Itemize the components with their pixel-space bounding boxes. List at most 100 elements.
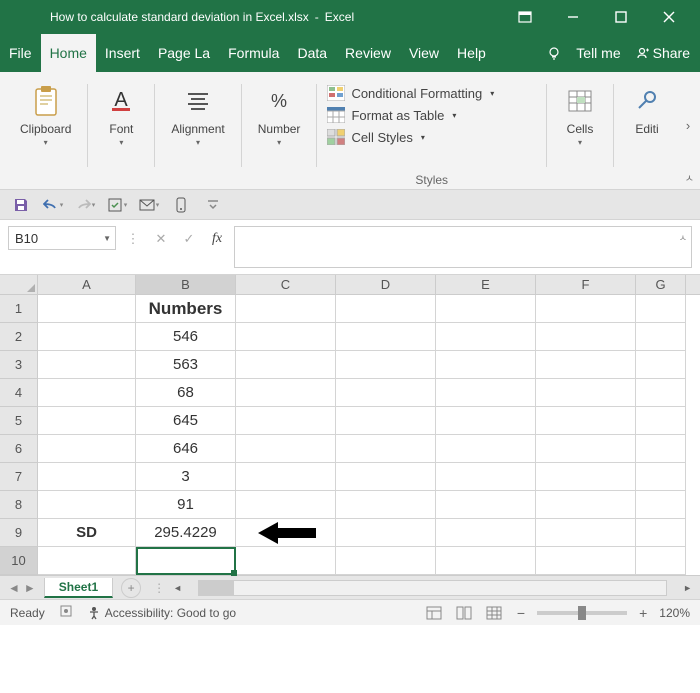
cell[interactable]: [38, 351, 136, 379]
cell[interactable]: [38, 407, 136, 435]
col-header-c[interactable]: C: [236, 275, 336, 294]
cell[interactable]: [236, 379, 336, 407]
ribbon-display-icon[interactable]: [502, 0, 548, 34]
row-header[interactable]: 7: [0, 463, 38, 491]
accessibility-status[interactable]: Accessibility: Good to go: [87, 606, 236, 620]
cell[interactable]: [336, 435, 436, 463]
cell[interactable]: [536, 407, 636, 435]
cell[interactable]: [236, 295, 336, 323]
cell[interactable]: Numbers: [136, 295, 236, 323]
cell[interactable]: [536, 491, 636, 519]
lightbulb-icon[interactable]: [546, 45, 562, 61]
row-header[interactable]: 6: [0, 435, 38, 463]
cell[interactable]: [436, 295, 536, 323]
cell[interactable]: [38, 491, 136, 519]
cell[interactable]: [336, 323, 436, 351]
maximize-button[interactable]: [598, 0, 644, 34]
row-header[interactable]: 3: [0, 351, 38, 379]
cell[interactable]: [636, 407, 686, 435]
cell[interactable]: [236, 435, 336, 463]
minimize-button[interactable]: [550, 0, 596, 34]
row-header[interactable]: 8: [0, 491, 38, 519]
cell[interactable]: [236, 491, 336, 519]
cell[interactable]: [38, 379, 136, 407]
cell[interactable]: [536, 547, 636, 575]
cell[interactable]: [636, 351, 686, 379]
page-break-view-icon[interactable]: [483, 604, 505, 622]
row-header[interactable]: 4: [0, 379, 38, 407]
cell[interactable]: 646: [136, 435, 236, 463]
cell[interactable]: [536, 351, 636, 379]
cell[interactable]: 68: [136, 379, 236, 407]
cell[interactable]: [536, 295, 636, 323]
macro-record-icon[interactable]: [59, 604, 73, 621]
clipboard-button[interactable]: Clipboard▾: [14, 80, 77, 151]
undo-button[interactable]: ▾: [40, 193, 66, 217]
cell[interactable]: [636, 379, 686, 407]
alignment-button[interactable]: Alignment▾: [165, 80, 230, 151]
cell[interactable]: [38, 435, 136, 463]
row-header[interactable]: 9: [0, 519, 38, 547]
row-header[interactable]: 10: [0, 547, 38, 575]
cell[interactable]: 546: [136, 323, 236, 351]
cell[interactable]: [38, 463, 136, 491]
normal-view-icon[interactable]: [423, 604, 445, 622]
tab-formulas[interactable]: Formula: [219, 34, 288, 72]
cell[interactable]: [236, 407, 336, 435]
cell[interactable]: [336, 379, 436, 407]
touch-mode-button[interactable]: [168, 193, 194, 217]
customize-qat-button[interactable]: [200, 193, 226, 217]
page-layout-view-icon[interactable]: [453, 604, 475, 622]
cell[interactable]: [336, 463, 436, 491]
cell[interactable]: [38, 323, 136, 351]
tab-scroll-right-icon[interactable]: ►: [24, 581, 36, 595]
tab-data[interactable]: Data: [288, 34, 336, 72]
cell[interactable]: [436, 379, 536, 407]
cell[interactable]: SD: [38, 519, 136, 547]
cell[interactable]: [38, 547, 136, 575]
zoom-slider[interactable]: [537, 611, 627, 615]
col-header-e[interactable]: E: [436, 275, 536, 294]
cell[interactable]: [536, 323, 636, 351]
col-header-b[interactable]: B: [136, 275, 236, 294]
horizontal-scrollbar[interactable]: [198, 580, 667, 596]
share-button[interactable]: Share: [635, 45, 690, 61]
collapse-ribbon-icon[interactable]: ㅅ: [681, 168, 698, 187]
cell[interactable]: [536, 435, 636, 463]
format-as-table-button[interactable]: Format as Table▾: [327, 107, 536, 123]
new-sheet-button[interactable]: +: [121, 578, 141, 598]
cell[interactable]: [136, 547, 236, 575]
col-header-f[interactable]: F: [536, 275, 636, 294]
cell[interactable]: [336, 407, 436, 435]
cells-button[interactable]: Cells▾: [557, 80, 603, 151]
cell[interactable]: [536, 379, 636, 407]
cell[interactable]: [336, 547, 436, 575]
col-header-g[interactable]: G: [636, 275, 686, 294]
cell[interactable]: 645: [136, 407, 236, 435]
cell[interactable]: 563: [136, 351, 236, 379]
tab-insert[interactable]: Insert: [96, 34, 149, 72]
cell[interactable]: [436, 435, 536, 463]
tab-page-layout[interactable]: Page La: [149, 34, 219, 72]
tab-home[interactable]: Home: [41, 34, 96, 72]
tell-me[interactable]: Tell me: [576, 45, 620, 61]
cell[interactable]: [436, 547, 536, 575]
cell[interactable]: [436, 323, 536, 351]
cell[interactable]: 295.4229: [136, 519, 236, 547]
cell[interactable]: [436, 463, 536, 491]
cell[interactable]: [536, 463, 636, 491]
font-button[interactable]: A Font▾: [98, 80, 144, 151]
cell[interactable]: [636, 295, 686, 323]
autosave-button[interactable]: ▾: [104, 193, 130, 217]
cell[interactable]: [636, 491, 686, 519]
hscroll-right-icon[interactable]: ►: [681, 583, 694, 593]
email-button[interactable]: ▾: [136, 193, 162, 217]
cell[interactable]: [636, 519, 686, 547]
save-button[interactable]: [8, 193, 34, 217]
cell[interactable]: [236, 351, 336, 379]
conditional-formatting-button[interactable]: Conditional Formatting▾: [327, 85, 536, 101]
cell[interactable]: [336, 491, 436, 519]
cell[interactable]: [236, 323, 336, 351]
zoom-in-button[interactable]: +: [635, 605, 651, 621]
close-button[interactable]: [646, 0, 692, 34]
